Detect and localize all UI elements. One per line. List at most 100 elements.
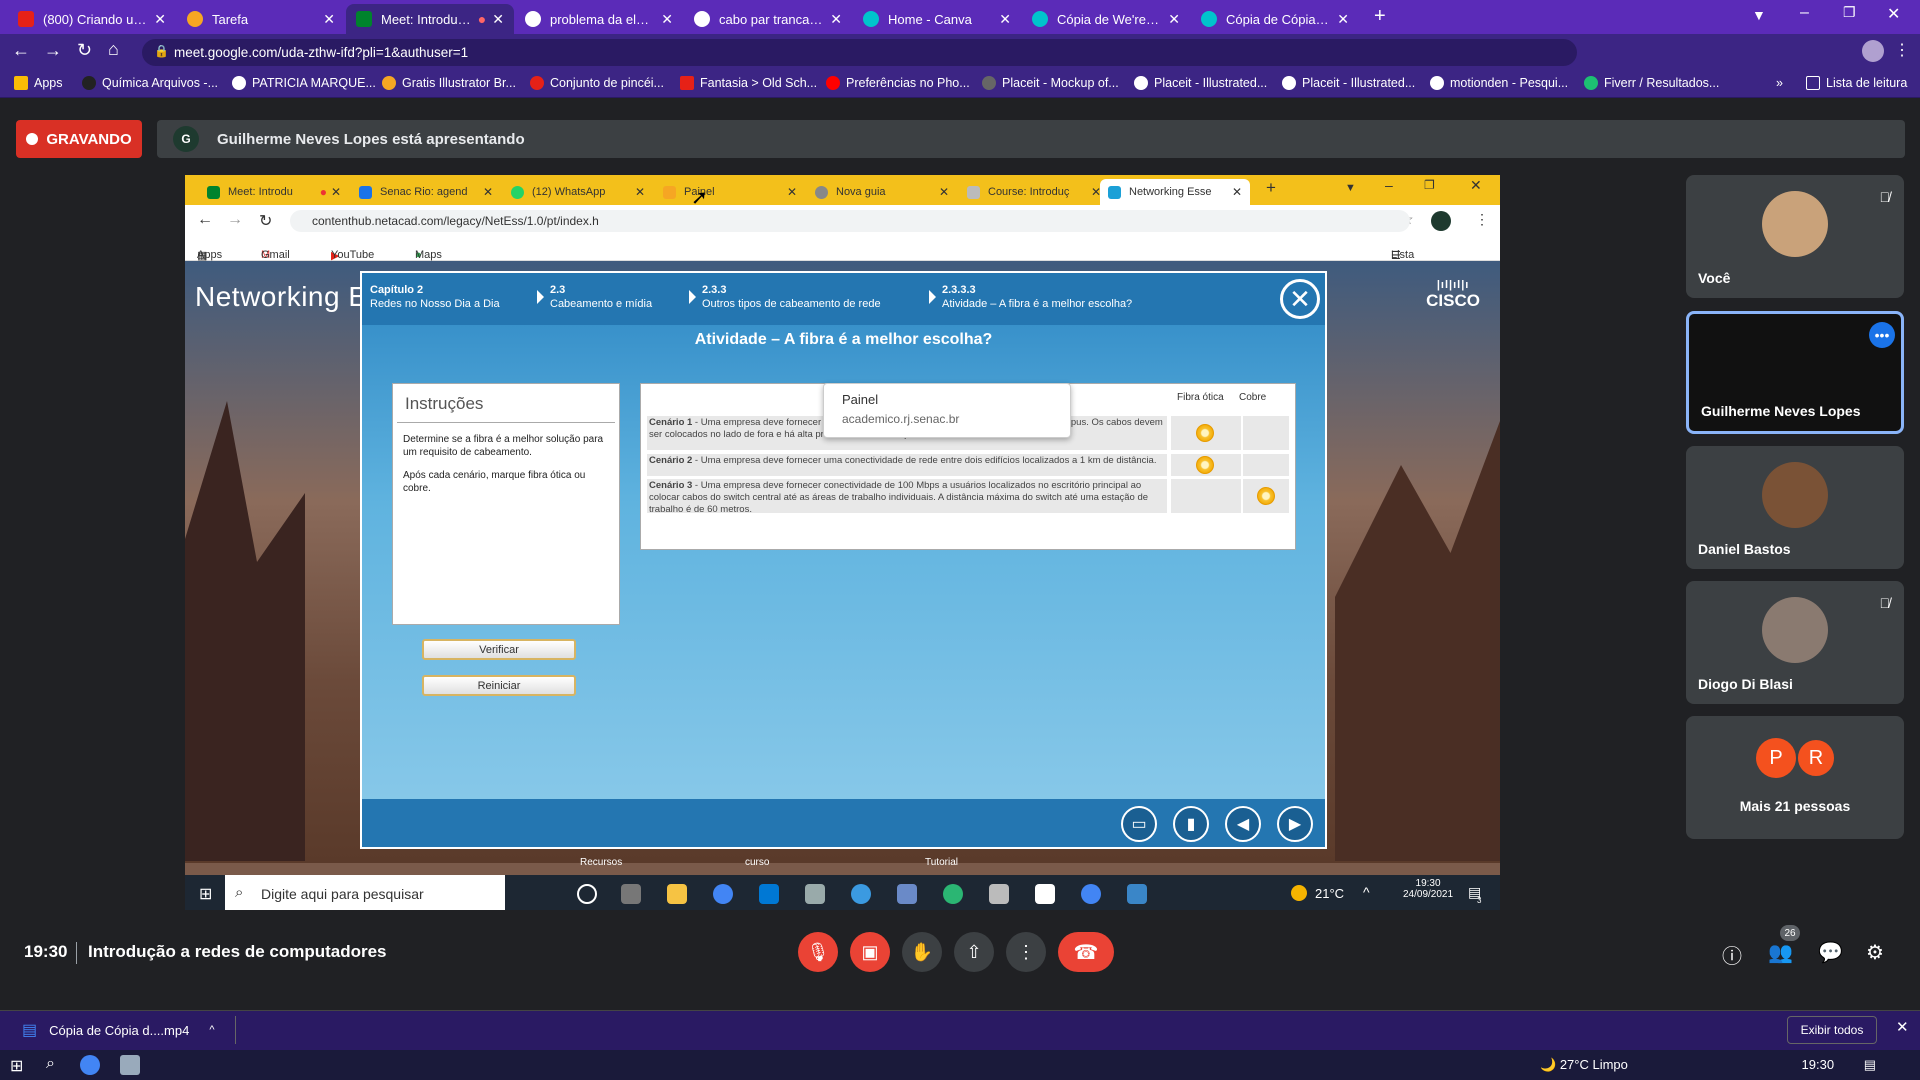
- search-icon[interactable]: ⌕: [46, 1055, 55, 1073]
- taskbar-clock[interactable]: 19:30 24/09/2021: [1403, 878, 1453, 900]
- bookmark[interactable]: Conjunto de pincéi...: [530, 76, 664, 90]
- bookmark[interactable]: Fiverr / Resultados...: [1584, 76, 1719, 90]
- clock[interactable]: 19:30: [1802, 1057, 1835, 1072]
- outer-tab[interactable]: problema da eletricidade s✕: [515, 4, 683, 34]
- inner-tab[interactable]: (12) WhatsApp ✕: [503, 179, 653, 205]
- close-tab-icon[interactable]: ✕: [1232, 185, 1242, 199]
- close-tab-icon[interactable]: ✕: [154, 11, 166, 28]
- present-button[interactable]: ⇧: [954, 932, 994, 972]
- verify-button[interactable]: Verificar: [422, 639, 576, 660]
- end-call-button[interactable]: ☎: [1058, 932, 1114, 972]
- bookmarks-overflow-icon[interactable]: »: [1776, 76, 1783, 90]
- close-tab-icon[interactable]: ✕: [492, 11, 504, 28]
- reading-list[interactable]: Lista de leitura: [1806, 76, 1907, 90]
- tab-search-icon[interactable]: ▼: [1752, 7, 1766, 23]
- inner-tab-active[interactable]: Networking Esse ✕: [1100, 179, 1250, 205]
- tab-search-icon[interactable]: ▼: [1345, 182, 1356, 194]
- bookmark[interactable]: Placeit - Mockup of...: [982, 76, 1119, 90]
- outer-tab[interactable]: Cópia de Cópia de Cópia d✕: [1191, 4, 1359, 34]
- outer-tab[interactable]: Cópia de We're Hiring link✕: [1022, 4, 1190, 34]
- previous-icon[interactable]: ◀: [1225, 806, 1261, 842]
- reload-icon[interactable]: ↻: [259, 211, 272, 231]
- outer-tab[interactable]: (800) Criando um site do z✕: [8, 4, 176, 34]
- close-activity-button[interactable]: ✕: [1280, 279, 1320, 319]
- edge-legacy-icon[interactable]: [851, 884, 871, 904]
- menu-icon[interactable]: ⋮: [1475, 211, 1489, 228]
- home-icon[interactable]: ⌂: [108, 39, 119, 60]
- bookmark[interactable]: Placeit - Illustrated...: [1134, 76, 1267, 90]
- answer-cell-fibra[interactable]: [1171, 454, 1241, 476]
- tray-chevron-icon[interactable]: ^: [1363, 884, 1370, 900]
- close-tab-icon[interactable]: ✕: [483, 185, 493, 199]
- restore-button[interactable]: ❐: [1424, 178, 1435, 192]
- inner-tab[interactable]: Senac Rio: agend ✕: [351, 179, 501, 205]
- outer-address-bar[interactable]: 🔒 meet.google.com/uda-zthw-ifd?pli=1&aut…: [142, 39, 1577, 66]
- bookmark-apps[interactable]: Apps: [14, 76, 63, 90]
- new-tab-button[interactable]: +: [1374, 5, 1386, 28]
- app-icon[interactable]: [120, 1055, 140, 1075]
- breadcrumb-activity[interactable]: 2.3.3.3 Atividade – A fibra é a melhor es…: [942, 283, 1132, 311]
- minimize-button[interactable]: –: [1385, 177, 1393, 193]
- download-item[interactable]: ▤ Cópia de Cópia d....mp4 ^: [22, 1012, 215, 1048]
- inner-tab[interactable]: Course: Introduç ✕: [959, 179, 1109, 205]
- selected-radio-icon[interactable]: [1196, 424, 1214, 442]
- file-explorer-icon[interactable]: [667, 884, 687, 904]
- participant-tile[interactable]: 🎙̸ Você: [1686, 175, 1904, 298]
- close-download-bar-icon[interactable]: ✕: [1896, 1018, 1909, 1036]
- reload-icon[interactable]: ↻: [77, 40, 92, 61]
- minimize-button[interactable]: –: [1800, 4, 1809, 22]
- inner-tab[interactable]: Painel ✕: [655, 179, 805, 205]
- answer-cell-cobre[interactable]: [1243, 454, 1289, 476]
- restore-button[interactable]: ❐: [1843, 4, 1856, 21]
- close-window-button[interactable]: ✕: [1887, 4, 1900, 24]
- bookmark[interactable]: Química Arquivos -...: [82, 76, 218, 90]
- mic-off-button[interactable]: 🎙: [798, 932, 838, 972]
- more-people-tile[interactable]: P R Mais 21 pessoas: [1686, 716, 1904, 839]
- more-options-icon[interactable]: •••: [1869, 322, 1895, 348]
- bookmark[interactable]: Gratis Illustrator Br...: [382, 76, 516, 90]
- close-tab-icon[interactable]: ✕: [939, 185, 949, 199]
- close-tab-icon[interactable]: ✕: [1337, 11, 1349, 28]
- close-tab-icon[interactable]: ✕: [331, 185, 341, 199]
- reset-button[interactable]: Reiniciar: [422, 675, 576, 696]
- app-icon[interactable]: [1035, 884, 1055, 904]
- close-tab-icon[interactable]: ✕: [1168, 11, 1180, 28]
- remote-desktop-icon[interactable]: [1127, 884, 1147, 904]
- selected-radio-icon[interactable]: [1257, 487, 1275, 505]
- back-icon[interactable]: ←: [12, 40, 30, 61]
- breadcrumb-topic[interactable]: 2.3.3 Outros tipos de cabeamento de rede: [702, 283, 881, 311]
- outer-tab-active[interactable]: Meet: Introdução a re●✕: [346, 4, 514, 34]
- forward-icon[interactable]: →: [44, 40, 62, 61]
- close-window-button[interactable]: ✕: [1470, 177, 1482, 194]
- people-icon[interactable]: 👥: [1768, 940, 1793, 965]
- chat-icon[interactable]: 💬: [1818, 940, 1843, 965]
- inner-tab[interactable]: Meet: Introdu ● ✕: [199, 179, 349, 205]
- bookmark[interactable]: PATRICIA MARQUE...: [232, 76, 376, 90]
- windows-start-icon[interactable]: ⊞: [199, 884, 212, 904]
- close-tab-icon[interactable]: ✕: [323, 11, 335, 28]
- close-tab-icon[interactable]: ✕: [999, 11, 1011, 28]
- close-tab-icon[interactable]: ✕: [830, 11, 842, 28]
- bookmark[interactable]: motionden - Pesqui...: [1430, 76, 1568, 90]
- bookmark[interactable]: Placeit - Illustrated...: [1282, 76, 1415, 90]
- chrome-icon[interactable]: [1081, 884, 1101, 904]
- edge-icon[interactable]: [943, 884, 963, 904]
- cortana-icon[interactable]: [577, 884, 597, 904]
- activities-icon[interactable]: ⚙: [1866, 940, 1884, 965]
- show-all-button[interactable]: Exibir todos: [1787, 1016, 1877, 1044]
- app-icon[interactable]: [897, 884, 917, 904]
- camera-off-button[interactable]: ▣: [850, 932, 890, 972]
- windows-start-icon[interactable]: ⊞: [10, 1056, 23, 1076]
- inner-address-bar[interactable]: contenthub.netacad.com/legacy/NetEss/1.0…: [290, 210, 1410, 232]
- answer-cell-fibra[interactable]: [1171, 479, 1241, 513]
- new-tab-button[interactable]: +: [1266, 178, 1276, 198]
- inner-tab[interactable]: Nova guia ✕: [807, 179, 957, 205]
- more-options-button[interactable]: ⋮: [1006, 932, 1046, 972]
- outer-tab[interactable]: Home - Canva ✕: [853, 4, 1021, 34]
- chrome-icon[interactable]: [80, 1055, 100, 1075]
- next-icon[interactable]: ▶: [1277, 806, 1313, 842]
- selected-radio-icon[interactable]: [1196, 456, 1214, 474]
- bookmark[interactable]: Preferências no Pho...: [826, 76, 970, 90]
- menu-icon[interactable]: ⋮: [1894, 40, 1910, 60]
- answer-cell-cobre[interactable]: [1243, 479, 1289, 513]
